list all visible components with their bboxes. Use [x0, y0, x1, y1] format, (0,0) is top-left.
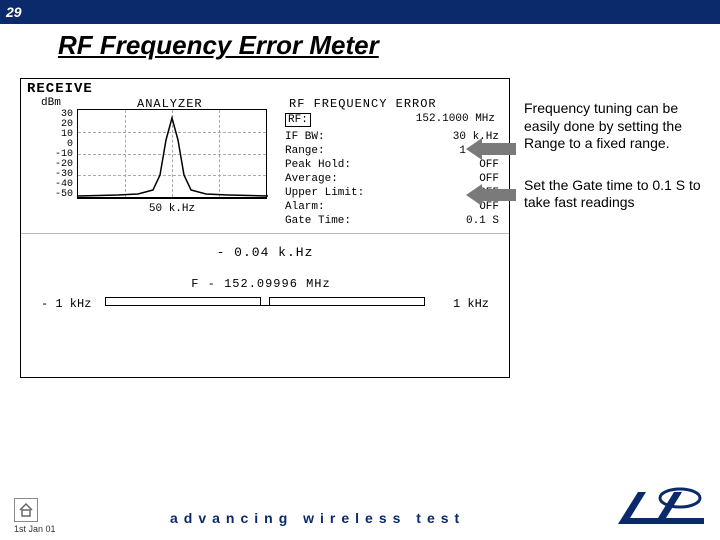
y-tick: -50 — [47, 189, 73, 200]
freq-error-readout: - 0.04 k.Hz — [21, 245, 509, 260]
spectrum-plot — [77, 109, 267, 199]
meter-center-label: F - 152.09996 MHz — [151, 277, 371, 291]
note-text: Set the Gate time to 0.1 S to take fast … — [524, 177, 708, 212]
notes-panel: Frequency tuning can be easily done by s… — [524, 100, 708, 212]
ifr-logo-icon — [616, 484, 706, 532]
y-unit-label: dBm — [41, 97, 61, 109]
page-title: RF Frequency Error Meter — [58, 30, 720, 61]
meter-scale — [105, 297, 425, 307]
home-icon[interactable] — [14, 498, 38, 522]
info-row: Gate Time:0.1 S — [285, 215, 499, 227]
slide-number-bar: 29 — [0, 0, 720, 24]
arrow-left-icon — [466, 184, 516, 206]
instrument-screenshot: RECEIVE dBm ANALYZER RF FREQUENCY ERROR … — [20, 78, 510, 378]
footer-tagline: advancing wireless test — [170, 510, 465, 526]
x-span-label: 50 k.Hz — [77, 203, 267, 215]
note-text: Frequency tuning can be easily done by s… — [524, 100, 708, 153]
meter-min-label: - 1 kHz — [41, 297, 91, 311]
slide-number: 29 — [6, 4, 22, 20]
info-row: Peak Hold:OFF — [285, 159, 499, 171]
footer: 1st Jan 01 advancing wireless test — [0, 478, 720, 528]
arrow-left-icon — [466, 138, 516, 160]
rf-freq-value: 152.1000 MHz — [416, 113, 495, 125]
rf-box-label: RF: — [285, 113, 311, 127]
mode-label: RECEIVE — [27, 81, 93, 97]
meter: F - 152.09996 MHz - 1 kHz 1 kHz — [21, 277, 509, 307]
divider — [21, 233, 509, 234]
spectrum-trace-icon — [78, 110, 268, 200]
footer-date: 1st Jan 01 — [14, 524, 56, 534]
info-panel: RF: 152.1000 MHz IF BW:30 k.Hz Range:1 k… — [281, 109, 503, 229]
meter-max-label: 1 kHz — [453, 297, 489, 311]
